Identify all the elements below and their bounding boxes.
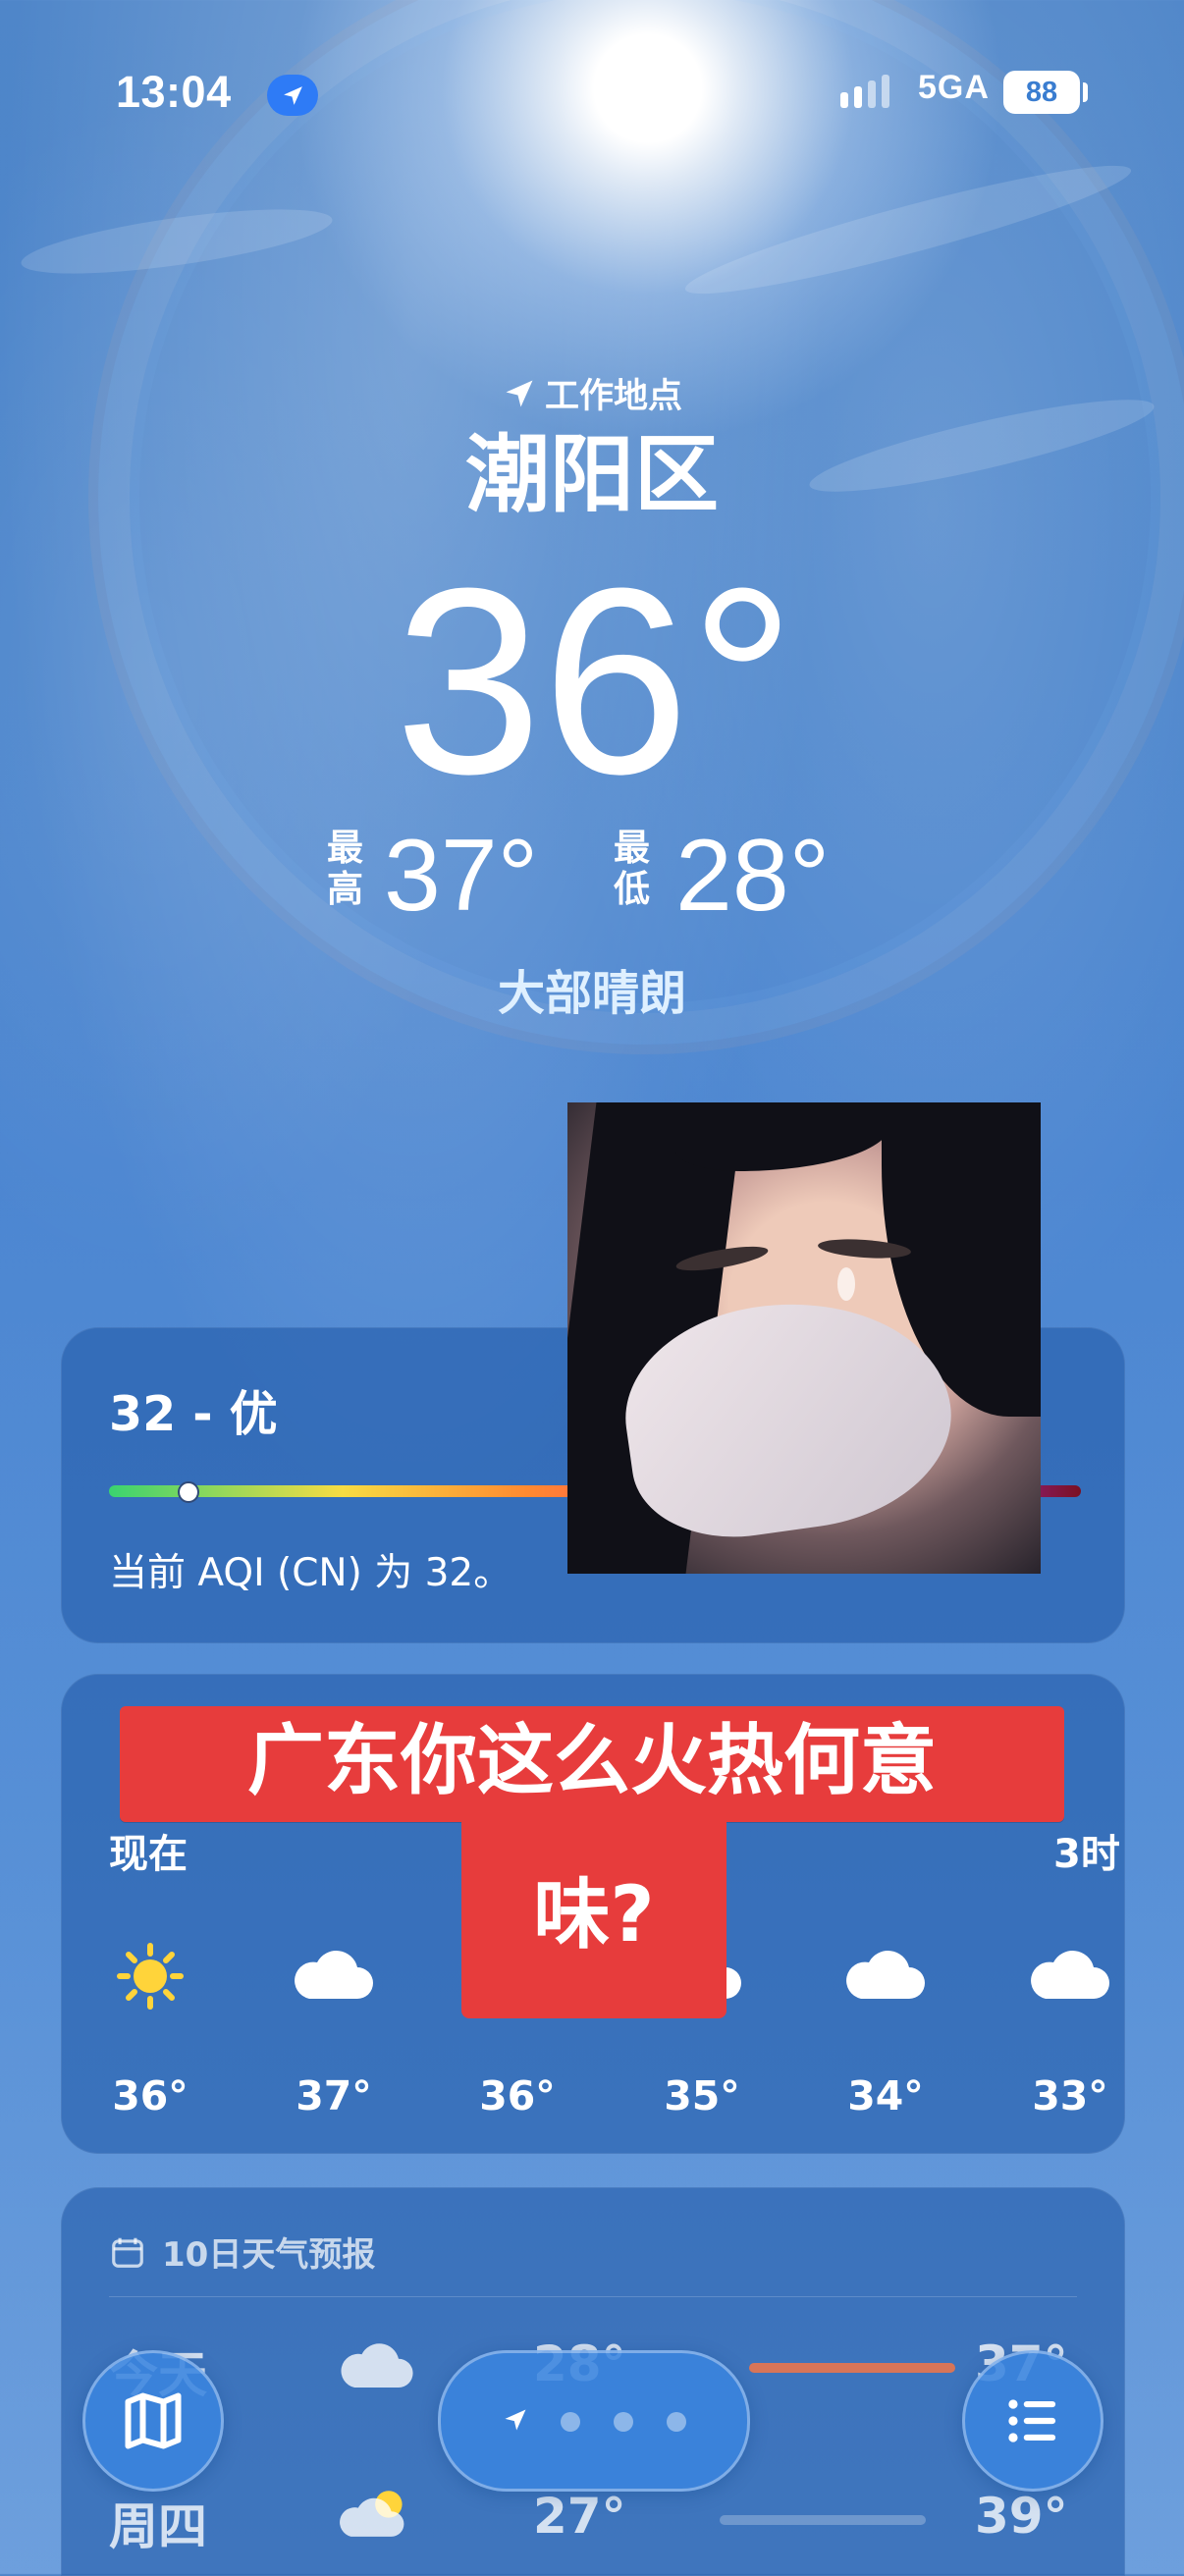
hour-temperature: 36° [479,2072,556,2120]
aqi-title: 32 - 优 [109,1386,278,1442]
low-label: 最低 [614,827,650,910]
forecast-low: 27° [533,2488,626,2545]
status-bar: 13:04 5GA 88 [0,67,1184,122]
hour-label-3: 3时 [1053,1832,1120,1877]
hour-temperature: 33° [1032,2072,1108,2120]
high-low-temps: 最高 37° 最低 28° [327,822,877,930]
cloud-streak [18,195,336,288]
current-weather: 工作地点 潮阳区 36° 最高 37° 最低 28° 大部晴朗 [0,368,1184,1021]
forecast-day: 周四 [109,2498,207,2555]
calendar-icon [112,2237,143,2268]
temperature-range-bar [720,2515,926,2525]
low-temperature: 28° [675,819,831,933]
cloud-streak [678,146,1138,313]
sun-icon [109,1942,191,2011]
battery-icon: 88 [1003,71,1080,114]
current-temperature: 36° [395,534,796,830]
map-button[interactable] [82,2350,224,2492]
temperature-range-bar [749,2363,955,2373]
hour-temperature: 34° [847,2072,924,2120]
high-temperature: 37° [384,819,539,933]
caption-line-1: 广东你这么火热何意 [120,1706,1064,1822]
cloud-icon [1029,1942,1111,2011]
location-arrow-icon [505,2409,526,2431]
aqi-description: 当前 AQI (CN) 为 32。 [109,1551,512,1595]
location-label: 工作地点 [544,377,682,416]
partly-sunny-icon [337,2483,417,2546]
map-icon [125,2392,182,2449]
tear-drop [837,1267,855,1301]
cloud-icon [337,2335,417,2398]
forecast-title: 10日天气预报 [162,2235,376,2275]
page-indicator[interactable] [614,2412,633,2432]
cloud-icon [293,1942,375,2011]
aqi-indicator [178,1481,199,1503]
forecast-header: 10日天气预报 [109,2227,375,2276]
hair [675,1102,891,1171]
locations-list-button[interactable] [962,2350,1103,2492]
status-time: 13:04 [116,67,232,117]
forecast-high: 39° [975,2488,1068,2545]
location-pager[interactable] [438,2350,750,2492]
crying-face-photo [567,1102,1041,1574]
divider [109,2296,1077,2297]
hour-temperature: 35° [664,2072,740,2120]
hour-label-now: 现在 [109,1832,188,1877]
page-indicator[interactable] [561,2412,580,2432]
cloud-icon [844,1942,927,2011]
hour-temperature: 37° [296,2072,372,2120]
caption-line-2: 味? [461,1822,727,2018]
city-name: 潮阳区 [465,426,719,524]
high-label: 最高 [327,827,363,910]
location-arrow-icon [506,380,533,406]
battery-level: 88 [1025,76,1058,108]
work-location-label: 工作地点 [0,368,1184,418]
list-icon [1008,2399,1056,2442]
signal-icon [840,75,899,114]
hour-temperature: 36° [112,2072,188,2120]
network-type: 5GA [918,69,990,106]
location-arrow-icon [267,75,318,116]
weather-condition: 大部晴朗 [497,966,686,1021]
page-indicator[interactable] [667,2412,686,2432]
battery-tip [1083,82,1088,102]
